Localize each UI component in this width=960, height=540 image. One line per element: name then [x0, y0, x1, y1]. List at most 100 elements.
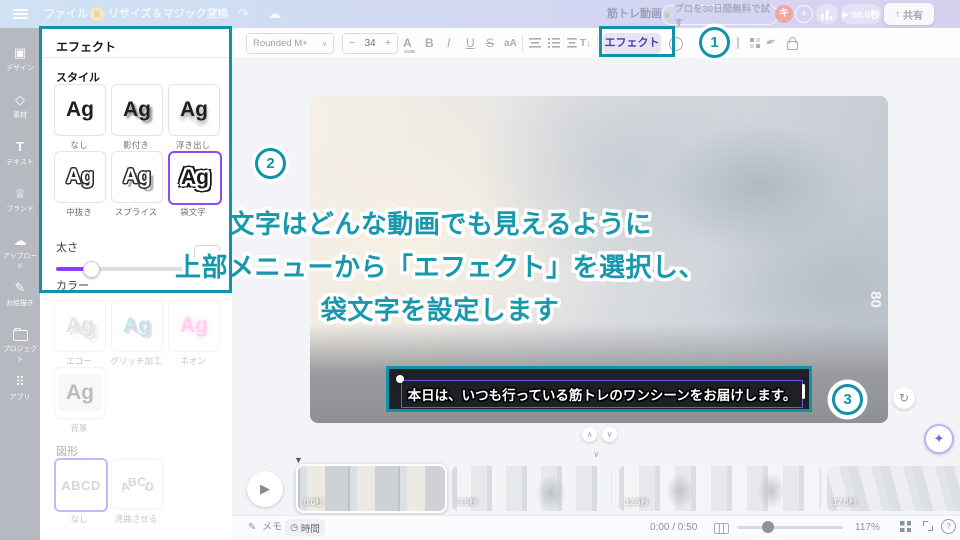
duration-button[interactable]: ◷ 時間: [285, 519, 325, 536]
menu-icon[interactable]: [13, 9, 28, 19]
timeline-clip-2[interactable]: 9.9秒: [452, 466, 612, 511]
insights-button[interactable]: [816, 4, 838, 24]
font-name: Rounded M+: [253, 38, 308, 49]
lock-icon[interactable]: [787, 36, 798, 50]
font-size-plus[interactable]: +: [379, 38, 397, 49]
underline-button[interactable]: U: [466, 33, 475, 54]
sidebar-item-draw[interactable]: ✎ お絵描き: [0, 281, 40, 308]
timeline-clip-1-selected[interactable]: 0.0秒: [296, 464, 447, 513]
play-icon: ▶: [842, 9, 849, 19]
apps-grid-icon: ⠿: [15, 374, 25, 389]
preview-play-button[interactable]: ▶ 50.0秒: [841, 4, 881, 24]
total-duration: 50.0秒: [851, 10, 880, 21]
bold-button[interactable]: B: [425, 33, 434, 54]
transparency-icon[interactable]: [750, 38, 760, 48]
crown-icon: ♕: [14, 186, 26, 201]
timeline-play-button[interactable]: ▶: [247, 471, 283, 507]
subtitle-text[interactable]: 本日は、いつも行っている筋トレのワンシーンをお届けします。: [408, 384, 797, 404]
memo-button[interactable]: メモ: [262, 515, 282, 540]
sidebar-label: ブランド: [6, 204, 34, 213]
playhead-marker[interactable]: ▼: [294, 455, 303, 465]
refresh-page-button[interactable]: ↻: [893, 387, 915, 409]
doc-title[interactable]: 筋トレ動画: [607, 0, 662, 28]
annotation-box-3: 本日は、いつも行っている筋トレのワンシーンをお届けします。: [386, 366, 812, 412]
font-size-value[interactable]: 34: [361, 38, 379, 49]
pen-icon: ✎: [14, 280, 26, 295]
align-button[interactable]: [529, 38, 541, 48]
sidebar-item-apps[interactable]: ⠿ アプリ: [0, 375, 40, 402]
avatar[interactable]: キ: [775, 5, 793, 23]
sidebar-item-text[interactable]: T テキスト: [0, 140, 40, 167]
annotation-badge-2: 2: [255, 148, 286, 179]
redo-icon[interactable]: ↷: [238, 0, 249, 28]
timeline-clip-4[interactable]: 17.0秒: [827, 466, 960, 511]
sidebar-item-brand[interactable]: ♕ ブランド: [0, 187, 40, 214]
sidebar-label: プロジェクト: [2, 344, 38, 364]
tutorial-line-3: 袋文字を設定します: [320, 295, 560, 325]
share-button[interactable]: ↑ 共有: [884, 3, 934, 25]
font-size-stepper[interactable]: − 34 +: [342, 33, 398, 54]
annotation-badge-3: 3: [832, 384, 863, 415]
sidebar: ▣ デザイン ◇ 素材 T テキスト ♕ ブランド ☁ アップロード ✎ お絵描…: [0, 28, 40, 540]
zoom-level[interactable]: 117%: [855, 515, 880, 540]
divider: [522, 35, 523, 51]
app-window: ファイル ♕ リサイズ＆マジック変換 ↶ ↷ ☁ 筋トレ動画 ♕ プロを30日間…: [0, 0, 960, 540]
help-button[interactable]: ?: [941, 519, 956, 534]
add-member-button[interactable]: +: [795, 5, 813, 23]
dumbbell-plate-label: 80: [867, 291, 885, 308]
magic-assistant-button[interactable]: ✦: [924, 424, 954, 454]
bar-chart-icon: [821, 8, 833, 20]
sidebar-item-uploads[interactable]: ☁ アップロード: [0, 234, 40, 272]
text-icon: T: [16, 139, 24, 154]
share-label: 共有: [903, 10, 923, 22]
pro-crown-icon: ♕: [90, 7, 104, 21]
selection-handle-dot[interactable]: [396, 375, 404, 383]
italic-button[interactable]: I: [447, 33, 450, 54]
duration-label: 時間: [300, 523, 320, 535]
text-color-button[interactable]: A: [403, 33, 415, 54]
sidebar-item-projects[interactable]: プロジェクト: [0, 327, 40, 365]
timeline-view-icon[interactable]: [714, 523, 729, 534]
pro-trial-button[interactable]: ♕ プロを30日間無料で試す: [662, 4, 778, 29]
move-page-down-button[interactable]: ∨: [602, 427, 617, 442]
sidebar-label: お絵描き: [6, 298, 34, 307]
timeline-collapse-icon[interactable]: ∨: [593, 449, 600, 460]
divider: [597, 35, 598, 51]
text-selection-rect[interactable]: 本日は、いつも行っている筋トレのワンシーンをお届けします。: [401, 380, 803, 408]
divider: [737, 37, 739, 49]
design-icon: ▣: [13, 45, 27, 60]
undo-icon[interactable]: ↶: [210, 0, 221, 28]
clip-duration: 9.9秒: [458, 498, 478, 507]
fullscreen-icon[interactable]: [923, 521, 933, 531]
vertical-text-button[interactable]: T↓: [580, 33, 591, 54]
sidebar-label: テキスト: [6, 157, 34, 166]
crown-icon: ♕: [663, 9, 672, 20]
sidebar-item-design[interactable]: ▣ デザイン: [0, 46, 40, 73]
font-selector[interactable]: Rounded M+ ∨: [246, 33, 334, 54]
annotation-box-2: [39, 26, 232, 293]
folder-icon: [12, 327, 28, 341]
annotation-badge-1: 1: [699, 27, 730, 58]
grid-view-icon[interactable]: [900, 521, 911, 532]
selection-handle-bar[interactable]: [802, 384, 805, 399]
sidebar-item-elements[interactable]: ◇ 素材: [0, 93, 40, 120]
file-menu[interactable]: ファイル: [44, 0, 88, 28]
font-size-minus[interactable]: −: [343, 38, 361, 49]
sidebar-label: アプリ: [9, 392, 31, 401]
chevron-down-icon: ∨: [321, 40, 327, 48]
spacing-button[interactable]: [567, 38, 577, 48]
timeline-clip-3[interactable]: 12.9秒: [619, 466, 822, 511]
sidebar-label: アップロード: [2, 251, 38, 271]
share-arrow-icon: ↑: [895, 8, 900, 20]
text-case-button[interactable]: aA: [504, 33, 517, 54]
bottom-statusbar: [232, 515, 960, 540]
move-page-up-button[interactable]: ∧: [582, 427, 597, 442]
upload-cloud-icon: ☁: [13, 233, 27, 248]
cloud-sync-icon: ☁: [268, 6, 281, 21]
list-button[interactable]: [548, 38, 560, 48]
sidebar-label: デザイン: [6, 63, 34, 72]
zoom-slider-track[interactable]: [737, 526, 843, 529]
elements-icon: ◇: [15, 92, 25, 107]
zoom-slider-knob[interactable]: [762, 521, 774, 533]
strikethrough-button[interactable]: S: [486, 33, 494, 54]
